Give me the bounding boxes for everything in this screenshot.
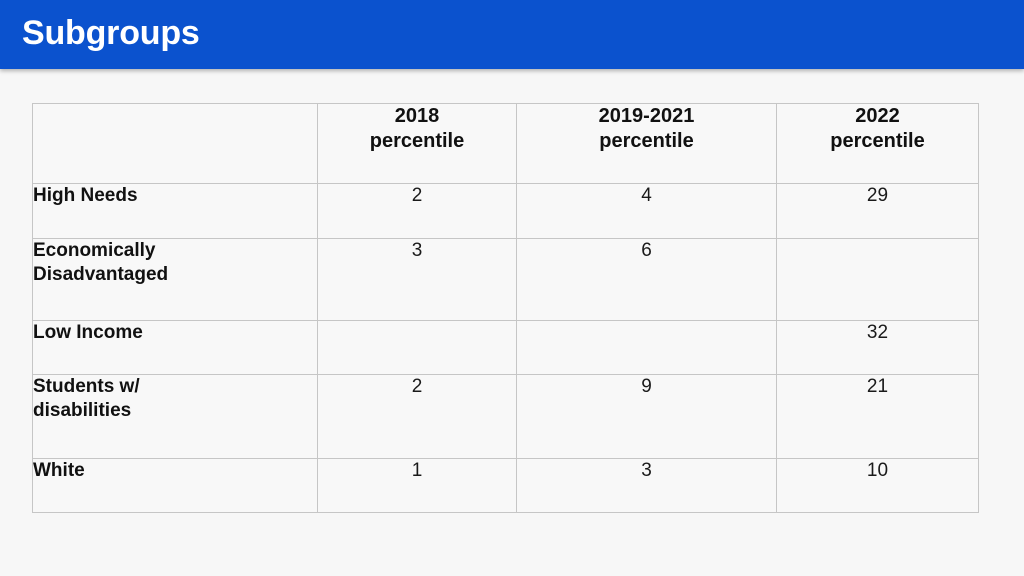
cell-2019-2021: 3 [516, 458, 777, 513]
cell-2022: 10 [776, 458, 979, 513]
cell-2018 [317, 320, 517, 375]
cell-2022: 29 [776, 183, 979, 239]
cell-2018: 2 [317, 374, 517, 459]
cell-2019-2021: 9 [516, 374, 777, 459]
header-cell-subgroup [32, 103, 318, 184]
header-line-1: 2019-2021 [598, 105, 695, 127]
row-label-line-2: Disadvantaged [33, 264, 169, 285]
header-line-2: percentile [599, 130, 694, 152]
cell-2019-2021: 4 [516, 183, 777, 239]
row-label-students-with-disabilities: Students w/ disabilities [32, 374, 318, 459]
table-row: High Needs 2 4 29 [32, 183, 979, 239]
row-label-high-needs: High Needs [32, 183, 318, 239]
row-label-line-1: Economically [33, 240, 156, 261]
table-row: White 1 3 10 [32, 458, 979, 513]
cell-2022 [776, 238, 979, 321]
subgroups-table: 2018 percentile 2019-2021 percentile 202… [32, 103, 979, 513]
cell-2019-2021: 6 [516, 238, 777, 321]
subgroups-table-container: 2018 percentile 2019-2021 percentile 202… [32, 103, 979, 513]
table-row: Low Income 32 [32, 320, 979, 375]
cell-2018: 3 [317, 238, 517, 321]
header-line-1: 2022 [855, 105, 900, 127]
cell-2018: 2 [317, 183, 517, 239]
header-line-2: percentile [830, 130, 925, 152]
header-cell-2018: 2018 percentile [317, 103, 517, 184]
row-label-economically-disadvantaged: Economically Disadvantaged [32, 238, 318, 321]
table-header-row: 2018 percentile 2019-2021 percentile 202… [32, 103, 979, 184]
header-cell-2019-2021: 2019-2021 percentile [516, 103, 777, 184]
row-label-line-1: Students w/ [33, 376, 140, 397]
row-label-low-income: Low Income [32, 320, 318, 375]
cell-2022: 32 [776, 320, 979, 375]
cell-2022: 21 [776, 374, 979, 459]
row-label-line-1: Low Income [33, 322, 143, 343]
row-label-line-1: White [33, 460, 85, 481]
table-row: Students w/ disabilities 2 9 21 [32, 374, 979, 459]
header-line-2: percentile [369, 130, 465, 152]
header-cell-2022: 2022 percentile [776, 103, 979, 184]
cell-2018: 1 [317, 458, 517, 513]
row-label-white: White [32, 458, 318, 513]
header-line-1: 2018 [394, 105, 440, 127]
table-row: Economically Disadvantaged 3 6 [32, 238, 979, 321]
cell-2019-2021 [516, 320, 777, 375]
slide-title-bar: Subgroups [0, 0, 1024, 69]
row-label-line-1: High Needs [33, 185, 138, 206]
row-label-line-2: disabilities [33, 400, 132, 421]
page-title: Subgroups [22, 14, 200, 52]
